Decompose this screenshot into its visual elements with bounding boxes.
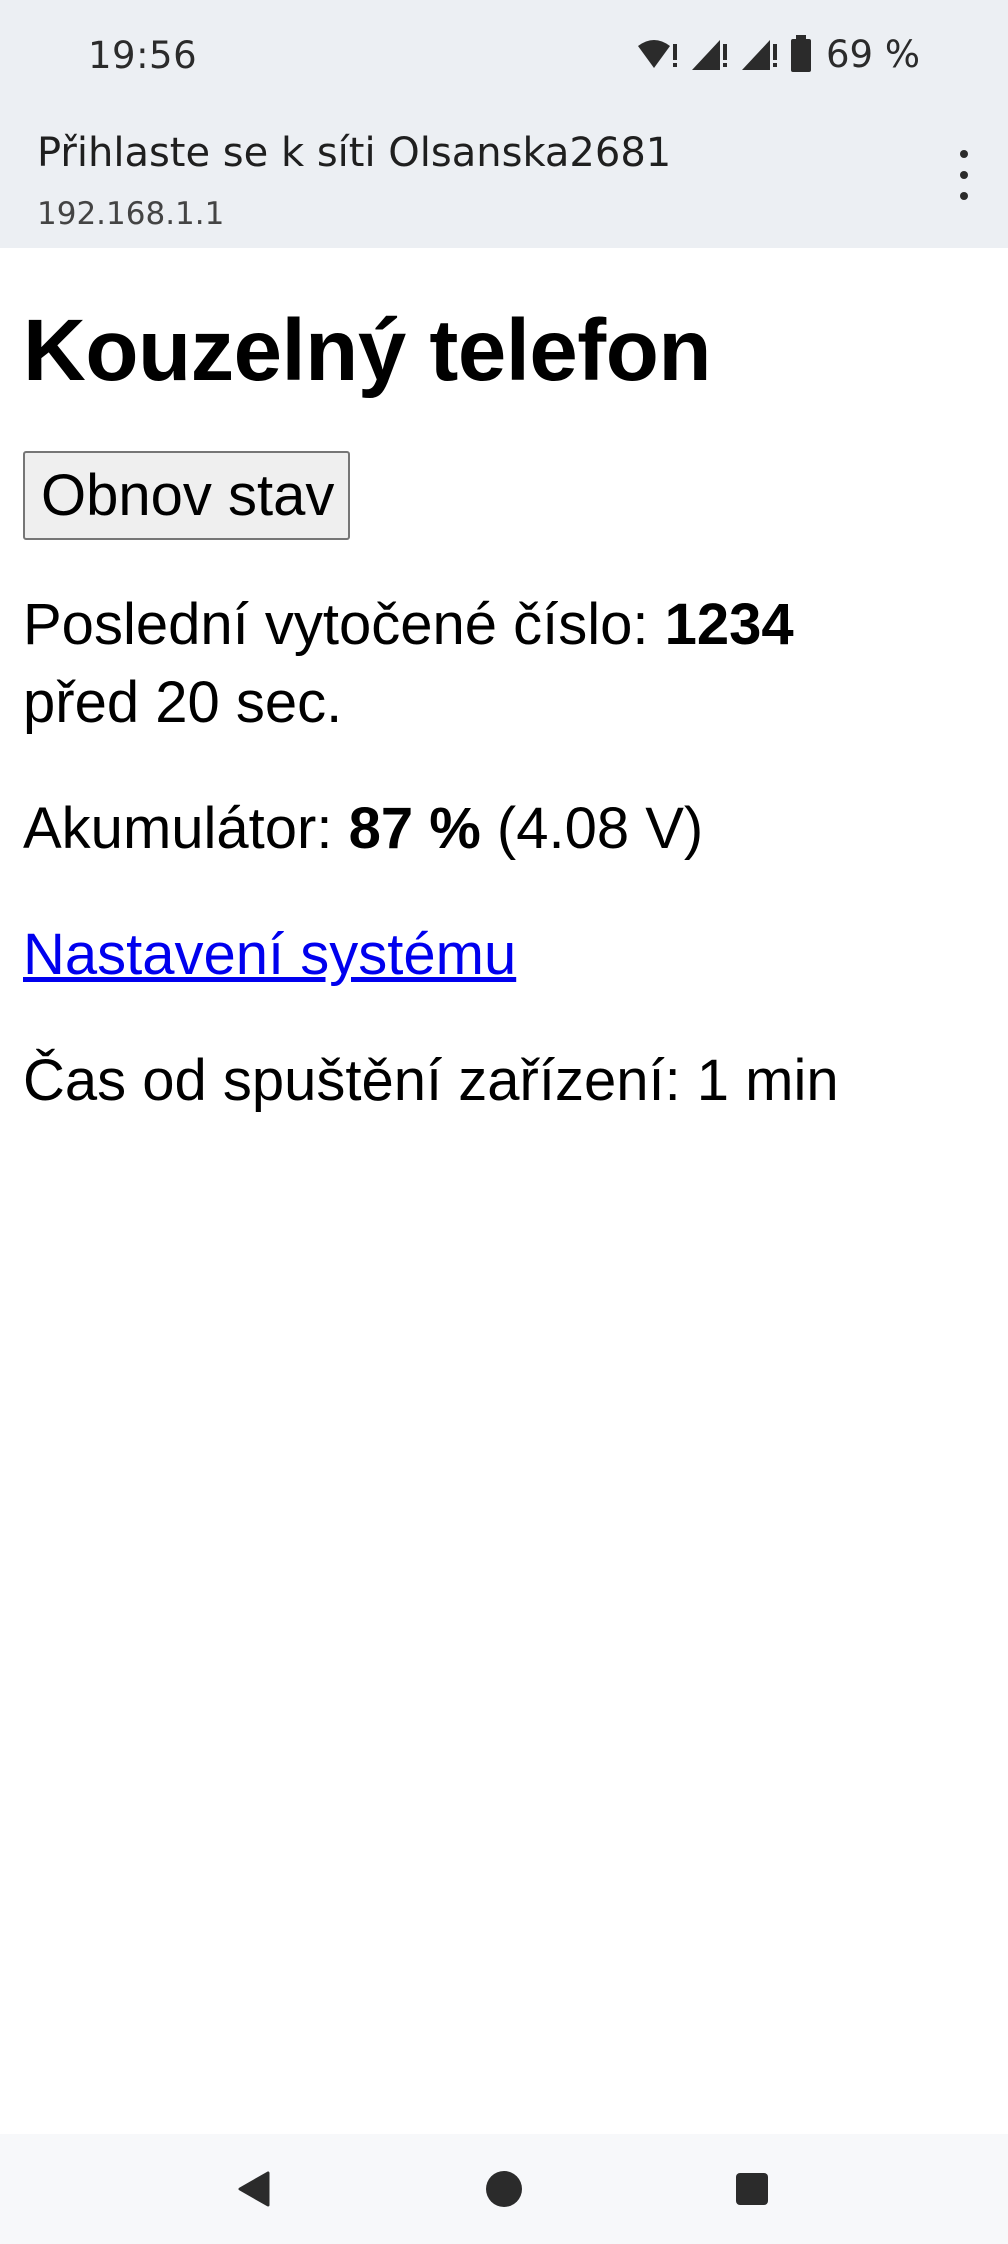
portal-url: 192.168.1.1 xyxy=(37,196,225,232)
status-time: 19:56 xyxy=(88,34,198,77)
battery-info: Akumulátor: 87 % (4.08 V) xyxy=(23,790,988,868)
menu-dot xyxy=(960,150,968,158)
last-dial-label: Poslední vytočené číslo: xyxy=(23,591,665,657)
settings-link[interactable]: Nastavení systému xyxy=(23,922,516,987)
battery-percent: 69 % xyxy=(826,32,920,76)
last-dial-info: Poslední vytočené číslo: 1234 před 20 se… xyxy=(23,586,988,742)
menu-dot xyxy=(960,171,968,179)
refresh-button[interactable]: Obnov stav xyxy=(23,450,351,540)
last-dial-ago: před 20 sec. xyxy=(23,669,343,735)
home-circle-icon[interactable] xyxy=(454,2134,554,2244)
battery-icon xyxy=(790,35,812,73)
wifi-icon xyxy=(636,36,680,72)
screen: 19:56 69 % Přihlaste se k síti Olsanska2… xyxy=(0,0,1008,2244)
settings-link-row: Nastavení systému xyxy=(23,916,988,994)
back-triangle-icon[interactable] xyxy=(204,2134,304,2244)
battery-label: Akumulátor: xyxy=(23,795,349,861)
navigation-bar xyxy=(0,2134,1008,2244)
battery-voltage: (4.08 V) xyxy=(480,795,704,861)
menu-dot xyxy=(960,192,968,200)
page-content: Kouzelný telefon Obnov stav Poslední vyt… xyxy=(23,248,988,1120)
battery-level: 87 % xyxy=(348,795,481,861)
portal-title: Přihlaste se k síti Olsanska2681 xyxy=(37,130,672,176)
signal-icon xyxy=(690,36,730,72)
top-header: 19:56 69 % Přihlaste se k síti Olsanska2… xyxy=(0,0,1008,248)
recents-square-icon[interactable] xyxy=(702,2134,802,2244)
more-vert-icon[interactable] xyxy=(944,150,984,200)
status-icons: 69 % xyxy=(636,32,920,76)
signal-icon xyxy=(740,36,780,72)
last-dial-number: 1234 xyxy=(664,591,794,657)
page-title: Kouzelný telefon xyxy=(23,302,712,399)
uptime-info: Čas od spuštění zařízení: 1 min xyxy=(23,1047,839,1113)
